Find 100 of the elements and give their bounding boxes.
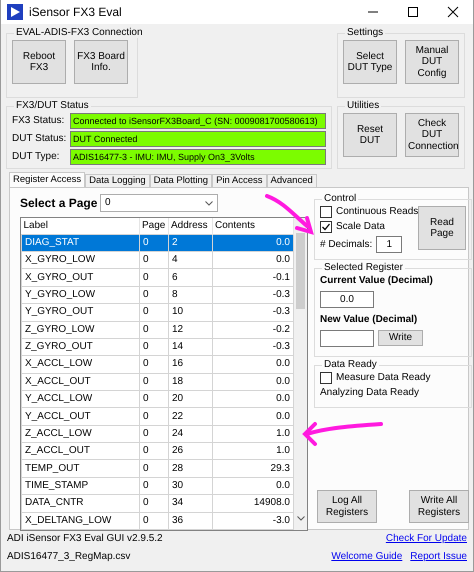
field-label: Select a Page (20, 196, 98, 210)
button[interactable]: Manual DUT Config (405, 40, 459, 84)
table-cell: 0.0 (212, 373, 294, 390)
tab[interactable]: Advanced (266, 174, 317, 187)
table-cell: 34 (168, 494, 212, 512)
status-field: ADIS16477-3 - IMU: IMU, Supply On3_3Volts (70, 149, 326, 165)
checkbox[interactable] (320, 206, 332, 218)
current-value-field[interactable]: 0.0 (320, 291, 374, 308)
table-cell: -0.3 (212, 286, 294, 304)
checkbox-label: Measure Data Ready (336, 372, 430, 384)
table-cell: 0.0 (212, 477, 294, 495)
table-cell: 6 (168, 268, 212, 286)
table-cell: Z_GYRO_LOW (22, 321, 140, 338)
scrollbar-thumb[interactable] (296, 233, 305, 309)
table-cell: 29.3 (212, 460, 294, 478)
status-field: DUT Connected (70, 131, 326, 147)
table-cell: 14 (168, 338, 212, 356)
table-cell: 0.0 (212, 252, 294, 269)
button[interactable]: Select DUT Type (343, 40, 397, 84)
table-cell: 8 (168, 286, 212, 304)
field-label: DUT Status: (12, 133, 68, 145)
table-cell: TIME_STAMP (22, 477, 140, 495)
column-header: Address (168, 218, 212, 234)
group-title: Control (323, 194, 358, 204)
table-cell: Y_ACCL_LOW (22, 390, 140, 408)
table-cell: 0 (140, 442, 168, 460)
table-cell: 0 (140, 304, 168, 322)
link[interactable]: Report Issue (410, 551, 467, 563)
table-cell: Y_GYRO_LOW (22, 286, 140, 304)
button[interactable]: Read Page (418, 206, 466, 250)
button[interactable]: Write (378, 330, 423, 346)
button[interactable]: FX3 Board Info. (74, 40, 128, 84)
app-logo-icon (7, 4, 23, 20)
table-cell: 0 (140, 390, 168, 408)
maximize-icon[interactable] (405, 6, 421, 18)
table-cell: Z_GYRO_OUT (22, 338, 140, 356)
table-cell: X_DELTANG_LOW (22, 512, 140, 530)
table-cell: 16 (168, 356, 212, 374)
link[interactable]: Welcome Guide (331, 551, 402, 563)
table-cell: -0.1 (212, 268, 294, 286)
table-cell: 1.0 (212, 425, 294, 443)
table-cell: Y_GYRO_OUT (22, 304, 140, 322)
field-label: New Value (Decimal) (320, 314, 418, 326)
table-cell: 22 (168, 408, 212, 426)
button[interactable]: Log All Registers (317, 490, 377, 523)
dropdown-caret-icon (205, 200, 213, 206)
link[interactable]: Check For Update (386, 533, 467, 545)
table-cell: 18 (168, 373, 212, 390)
button[interactable]: Reset DUT (343, 113, 397, 157)
tab[interactable]: Pin Access (212, 174, 267, 187)
button[interactable]: Check DUT Connection (405, 113, 459, 157)
table-cell: 28 (168, 460, 212, 478)
table-cell: 0 (140, 234, 168, 252)
page-dropdown[interactable]: 0 (100, 194, 218, 212)
field-label: FX3 Status: (12, 115, 66, 127)
checkbox-label: Continuous Reads (336, 206, 418, 218)
table-cell: 24 (168, 425, 212, 443)
checkbox[interactable] (320, 372, 332, 384)
new-value-field[interactable] (320, 330, 374, 347)
table-cell: 0 (140, 286, 168, 304)
checkbox-label: Scale Data (336, 221, 385, 233)
table-cell: TEMP_OUT (22, 460, 140, 478)
table-cell: 26 (168, 442, 212, 460)
table-cell: -0.3 (212, 304, 294, 322)
table-cell: 1.0 (212, 442, 294, 460)
field-label: Current Value (Decimal) (320, 275, 434, 287)
table-cell: DATA_CNTR (22, 494, 140, 512)
table-cell: 14908.0 (212, 494, 294, 512)
table-cell: 0.0 (212, 390, 294, 408)
decimals-field[interactable]: 1 (376, 236, 402, 253)
scroll-down-icon (296, 516, 304, 521)
column-header: Contents (212, 218, 294, 234)
table-cell: 0 (140, 338, 168, 356)
group-title: EVAL-ADIS-FX3 Connection (15, 28, 144, 38)
column-header: Page (140, 218, 168, 234)
checkbox[interactable] (320, 221, 332, 233)
close-icon[interactable] (445, 6, 461, 18)
table-cell: 0 (140, 460, 168, 478)
button[interactable]: Reboot FX3 (12, 40, 66, 84)
check-icon (321, 222, 331, 232)
table-cell: 36 (168, 512, 212, 530)
table-cell: 0 (140, 268, 168, 286)
table-cell: 12 (168, 321, 212, 338)
tab[interactable]: Register Access (9, 172, 86, 187)
table-cell: X_ACCL_OUT (22, 373, 140, 390)
table-cell: 0 (140, 321, 168, 338)
window-title: iSensor FX3 Eval (29, 4, 123, 20)
tab[interactable]: Data Plotting (150, 174, 212, 187)
version-text: ADI iSensor FX3 Eval GUI v2.9.5.2 (7, 533, 163, 545)
table-cell: 0 (140, 252, 168, 269)
table-cell: DIAG_STAT (22, 234, 140, 252)
tab[interactable]: Data Logging (85, 174, 150, 187)
table-cell: -0.2 (212, 321, 294, 338)
table-cell: -3.0 (212, 512, 294, 530)
table-cell: Z_ACCL_LOW (22, 425, 140, 443)
table-cell: Y_ACCL_OUT (22, 408, 140, 426)
table-cell: 30 (168, 477, 212, 495)
button[interactable]: Write All Registers (409, 490, 469, 523)
table-cell: 0 (140, 373, 168, 390)
group-title: Data Ready (323, 360, 378, 370)
